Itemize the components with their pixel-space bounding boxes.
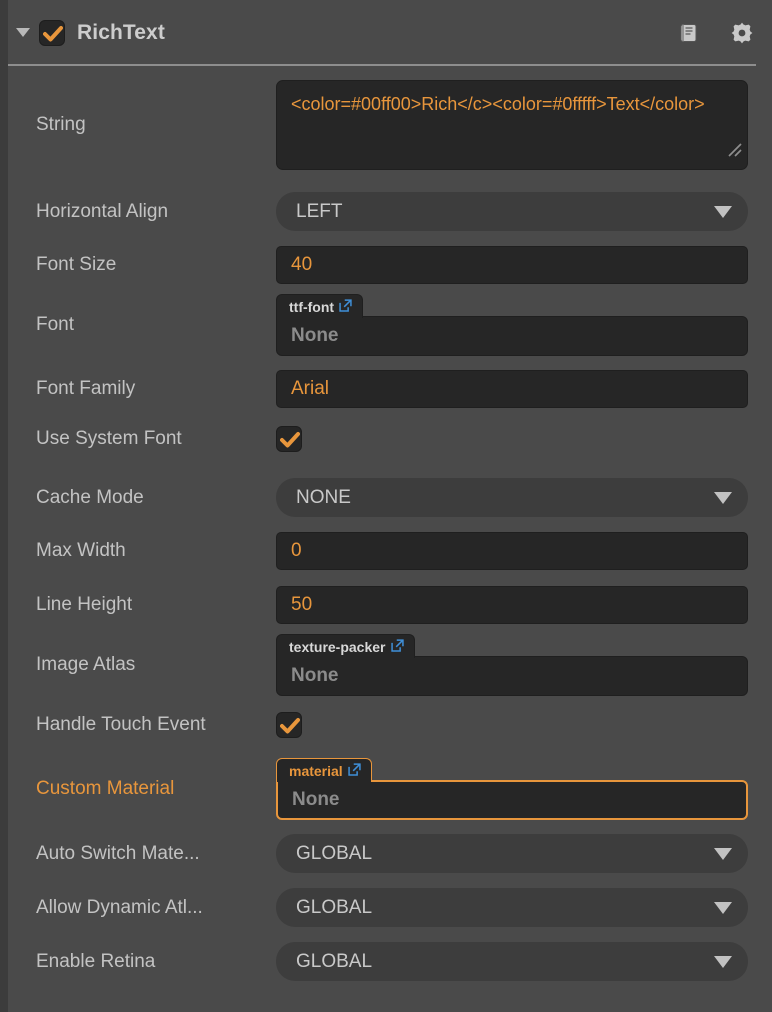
property-label: Enable Retina	[36, 950, 156, 972]
inspector-panel: RichText String <color=#00ff00>Rich</c><…	[0, 0, 772, 1012]
property-label: Font Size	[36, 254, 117, 275]
asset-type-badge: material	[276, 758, 372, 782]
line-height-input[interactable]: 50	[276, 586, 748, 624]
property-label: Max Width	[36, 540, 126, 561]
string-value: <color=#00ff00>Rich</c><color=#0fffff>Te…	[291, 94, 705, 114]
input-value: 50	[291, 594, 313, 615]
property-label: Font	[36, 314, 75, 335]
left-gutter	[0, 0, 8, 1012]
max-width-input[interactable]: 0	[276, 532, 748, 570]
allow-dynamic-atlas-dropdown[interactable]: GLOBAL	[276, 888, 748, 927]
font-size-input[interactable]: 40	[276, 246, 748, 284]
input-value: 0	[291, 540, 302, 561]
property-label: Auto Switch Mate...	[36, 842, 200, 864]
badge-label: texture-packer	[289, 638, 386, 655]
dropdown-value: NONE	[296, 486, 351, 508]
badge-label: material	[289, 762, 343, 779]
component-header: RichText	[8, 0, 772, 65]
external-link-icon[interactable]	[390, 638, 405, 656]
string-input[interactable]: <color=#00ff00>Rich</c><color=#0fffff>Te…	[276, 80, 748, 170]
asset-value[interactable]: None	[276, 316, 748, 356]
property-label: Handle Touch Event	[36, 714, 206, 735]
property-label: Custom Material	[36, 778, 175, 799]
gear-icon[interactable]	[730, 21, 754, 45]
cache-mode-dropdown[interactable]: NONE	[276, 478, 748, 517]
property-label: String	[36, 114, 86, 135]
property-row-handle-touch-event: Handle Touch Event	[8, 712, 772, 738]
property-row-cache-mode: Cache Mode NONE	[8, 478, 772, 517]
asset-type-badge: ttf-font	[276, 294, 364, 318]
chevron-down-icon	[714, 955, 732, 968]
asset-value[interactable]: None	[276, 780, 748, 820]
property-label: Allow Dynamic Atl...	[36, 896, 203, 918]
chevron-down-icon	[714, 901, 732, 914]
book-icon[interactable]	[678, 21, 702, 45]
property-row-image-atlas: Image Atlas texture-packer None	[8, 634, 772, 696]
property-label: Horizontal Align	[36, 200, 169, 222]
property-row-custom-material: Custom Material material None	[8, 758, 772, 820]
dropdown-value: GLOBAL	[296, 842, 373, 864]
property-row-line-height: Line Height 50	[8, 586, 772, 624]
image-atlas-asset-field[interactable]: texture-packer None	[276, 634, 748, 696]
input-value: Arial	[291, 378, 330, 399]
chevron-down-icon	[714, 847, 732, 860]
triangle-down-icon[interactable]	[16, 28, 30, 37]
property-row-string: String <color=#00ff00>Rich</c><color=#0f…	[8, 80, 772, 170]
property-row-horizontal-align: Horizontal Align LEFT	[8, 192, 772, 231]
dropdown-value: GLOBAL	[296, 950, 373, 972]
property-row-use-system-font: Use System Font	[8, 426, 772, 452]
property-row-font: Font ttf-font None	[8, 294, 772, 356]
property-row-allow-dynamic-atlas: Allow Dynamic Atl... GLOBAL	[8, 888, 772, 927]
asset-value[interactable]: None	[276, 656, 748, 696]
chevron-down-icon	[714, 205, 732, 218]
dropdown-value: GLOBAL	[296, 896, 373, 918]
property-row-max-width: Max Width 0	[8, 532, 772, 570]
property-label: Cache Mode	[36, 486, 144, 508]
font-family-input[interactable]: Arial	[276, 370, 748, 408]
custom-material-asset-field[interactable]: material None	[276, 758, 748, 820]
property-label: Image Atlas	[36, 654, 136, 675]
dropdown-value: LEFT	[296, 200, 343, 222]
font-asset-field[interactable]: ttf-font None	[276, 294, 748, 356]
auto-switch-material-dropdown[interactable]: GLOBAL	[276, 834, 748, 873]
property-row-enable-retina: Enable Retina GLOBAL	[8, 942, 772, 981]
enable-retina-dropdown[interactable]: GLOBAL	[276, 942, 748, 981]
handle-touch-event-checkbox[interactable]	[276, 712, 302, 738]
property-label: Line Height	[36, 594, 133, 615]
header-divider	[8, 64, 756, 66]
external-link-icon[interactable]	[338, 298, 353, 316]
property-row-auto-switch-material: Auto Switch Mate... GLOBAL	[8, 834, 772, 873]
property-row-font-size: Font Size 40	[8, 246, 772, 284]
input-value: 40	[291, 254, 313, 275]
property-label: Font Family	[36, 378, 136, 399]
chevron-down-icon	[714, 491, 732, 504]
external-link-icon[interactable]	[347, 762, 362, 780]
resize-grip-icon[interactable]	[725, 139, 743, 166]
property-row-font-family: Font Family Arial	[8, 370, 772, 408]
use-system-font-checkbox[interactable]	[276, 426, 302, 452]
component-enabled-checkbox[interactable]	[39, 19, 65, 46]
header-actions	[678, 21, 754, 45]
badge-label: ttf-font	[289, 298, 335, 315]
asset-type-badge: texture-packer	[276, 634, 415, 658]
property-label: Use System Font	[36, 428, 182, 449]
page-title: RichText	[77, 20, 165, 44]
horizontal-align-dropdown[interactable]: LEFT	[276, 192, 748, 231]
